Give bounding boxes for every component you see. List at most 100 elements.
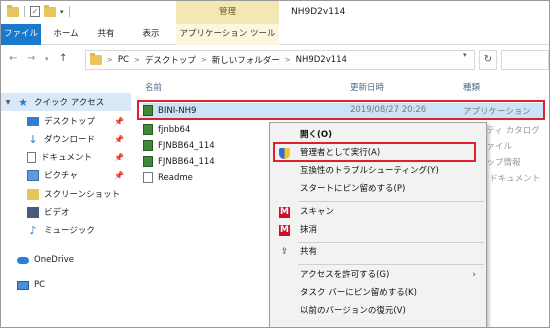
folder-icon[interactable] [7, 4, 19, 17]
pc-icon [17, 280, 29, 290]
context-tab-title: 管理 [176, 1, 279, 24]
star-icon: ★ [18, 95, 28, 109]
nav-label: OneDrive [34, 255, 74, 265]
search-input[interactable] [501, 50, 549, 70]
download-icon: ↓ [28, 132, 38, 146]
video-icon [27, 206, 39, 218]
tab-home[interactable]: ホーム [51, 24, 81, 45]
breadcrumb-pc[interactable]: PC [118, 55, 129, 65]
nav-music[interactable]: ♪ ミュージック [1, 221, 131, 239]
nav-label: ミュージック [44, 226, 95, 236]
file-type-partial: ト ドキュメント [478, 174, 541, 184]
exe-icon [143, 156, 153, 167]
nav-label: ドキュメント [41, 153, 93, 163]
nav-desktop[interactable]: デスクトップ 📌 [1, 112, 131, 130]
expand-icon[interactable]: ▼ [3, 99, 13, 106]
file-name: FJNBB64_114 [158, 140, 215, 151]
pin-icon: 📌 [114, 170, 124, 180]
recent-locations-icon[interactable]: ▾ [45, 55, 49, 63]
music-icon: ♪ [29, 223, 37, 237]
up-icon[interactable]: ↑ [59, 53, 67, 64]
nav-label: PC [34, 280, 46, 290]
file-name: Readme [158, 172, 193, 183]
tab-application-tools[interactable]: アプリケーション ツール [176, 24, 279, 45]
tab-file[interactable]: ファイル [1, 24, 41, 45]
document-icon [27, 151, 36, 163]
cloud-icon [17, 256, 29, 264]
column-header-date[interactable]: 更新日時 [350, 81, 384, 93]
nav-label: ピクチャ [44, 171, 78, 181]
nav-onedrive[interactable]: OneDrive [1, 251, 131, 269]
nav-pictures[interactable]: ピクチャ 📌 [1, 166, 131, 184]
folder-icon [90, 53, 102, 65]
address-dropdown-icon[interactable]: ▾ [463, 51, 467, 59]
menu-separator [298, 242, 484, 243]
breadcrumb-new-folder[interactable]: 新しいフォルダー [212, 54, 280, 66]
pin-icon: 📌 [114, 152, 124, 162]
nav-pc[interactable]: PC [1, 276, 131, 294]
forward-icon[interactable]: → [27, 53, 35, 64]
nav-label: クイック アクセス [34, 98, 105, 108]
menu-item-troubleshoot[interactable]: 互換性のトラブルシューティング(Y) [270, 163, 486, 180]
navigation-pane: ▼ ★ クイック アクセス デスクトップ 📌 ↓ ダウンロード 📌 ドキュメント… [1, 77, 131, 327]
highlight-box-menu [273, 142, 476, 162]
window-title: NH9D2v114 [291, 7, 346, 17]
customize-toolbar-icon[interactable]: ▾ [60, 8, 64, 16]
toolbar-separator [24, 6, 25, 17]
explorer-window: ✓ ▾ 管理 NH9D2v114 ファイル ホーム 共有 表示 アプリケーション… [0, 0, 550, 328]
menu-item-label: 共有 [300, 247, 318, 257]
menu-item-scan[interactable]: M スキャン [270, 204, 486, 221]
menu-separator [298, 201, 484, 202]
share-icon: ⇪ [280, 247, 289, 257]
menu-item-share[interactable]: ⇪ 共有 [270, 244, 486, 261]
address-bar[interactable]: > PC > デスクトップ > 新しいフォルダー > NH9D2v114 [85, 50, 475, 70]
column-header-type[interactable]: 種類 [463, 81, 480, 93]
tab-share[interactable]: 共有 [91, 24, 121, 45]
menu-item-shred[interactable]: M 抹消 [270, 222, 486, 239]
breadcrumb-separator: > [107, 56, 113, 64]
toolbar-separator [68, 6, 70, 17]
folder-icon [27, 188, 39, 200]
breadcrumb-separator: > [284, 56, 291, 64]
exe-icon [143, 124, 153, 135]
mcafee-icon: M [279, 225, 290, 236]
chevron-right-icon: › [472, 270, 476, 280]
nav-videos[interactable]: ビデオ [1, 203, 131, 221]
menu-item-pin-start[interactable]: スタートにピン留めする(P) [270, 181, 486, 198]
nav-label: スクリーンショット [44, 190, 121, 200]
properties-icon[interactable]: ✓ [30, 6, 40, 17]
breadcrumb-current[interactable]: NH9D2v114 [296, 55, 347, 65]
ribbon-tabs: ファイル ホーム 共有 表示 アプリケーション ツール [1, 24, 549, 45]
menu-item-label: アクセスを許可する(G) [300, 270, 390, 280]
pictures-icon [27, 169, 39, 181]
nav-label: ダウンロード [44, 135, 96, 145]
text-file-icon [143, 172, 153, 183]
mcafee-icon: M [279, 207, 290, 218]
refresh-icon[interactable]: ↻ [479, 50, 497, 70]
menu-item-give-access[interactable]: アクセスを許可する(G) › [270, 267, 486, 284]
tab-view[interactable]: 表示 [136, 24, 166, 45]
title-bar: ✓ ▾ 管理 NH9D2v114 [1, 1, 549, 24]
exe-icon [143, 140, 153, 151]
menu-item-label: 抹消 [300, 225, 318, 235]
highlight-box-file [137, 100, 545, 120]
address-row: ← → ▾ ↑ > PC > デスクトップ > 新しいフォルダー > NH9D2… [1, 45, 549, 75]
menu-item-pin-taskbar[interactable]: タスク バーにピン留めする(K) [270, 285, 486, 302]
nav-downloads[interactable]: ↓ ダウンロード 📌 [1, 130, 131, 148]
nav-quick-access[interactable]: ▼ ★ クイック アクセス [1, 93, 131, 111]
desktop-icon [27, 116, 39, 126]
nav-label: ビデオ [44, 208, 70, 218]
breadcrumb-separator: > [200, 56, 207, 64]
back-icon[interactable]: ← [9, 53, 17, 64]
column-header-name[interactable]: 名前 [145, 81, 162, 93]
file-type-partial: リティ カタログ [478, 126, 540, 136]
nav-screenshots[interactable]: スクリーンショット [1, 185, 131, 203]
nav-documents[interactable]: ドキュメント 📌 [1, 148, 131, 166]
nav-label: デスクトップ [44, 117, 96, 127]
menu-separator [298, 264, 484, 265]
file-name: fjnbb64 [158, 124, 191, 135]
new-folder-icon[interactable] [44, 4, 56, 17]
menu-item-restore-versions[interactable]: 以前のバージョンの復元(V) [270, 303, 486, 320]
file-name: FJNBB64_114 [158, 156, 215, 167]
breadcrumb-desktop[interactable]: デスクトップ [145, 54, 196, 66]
